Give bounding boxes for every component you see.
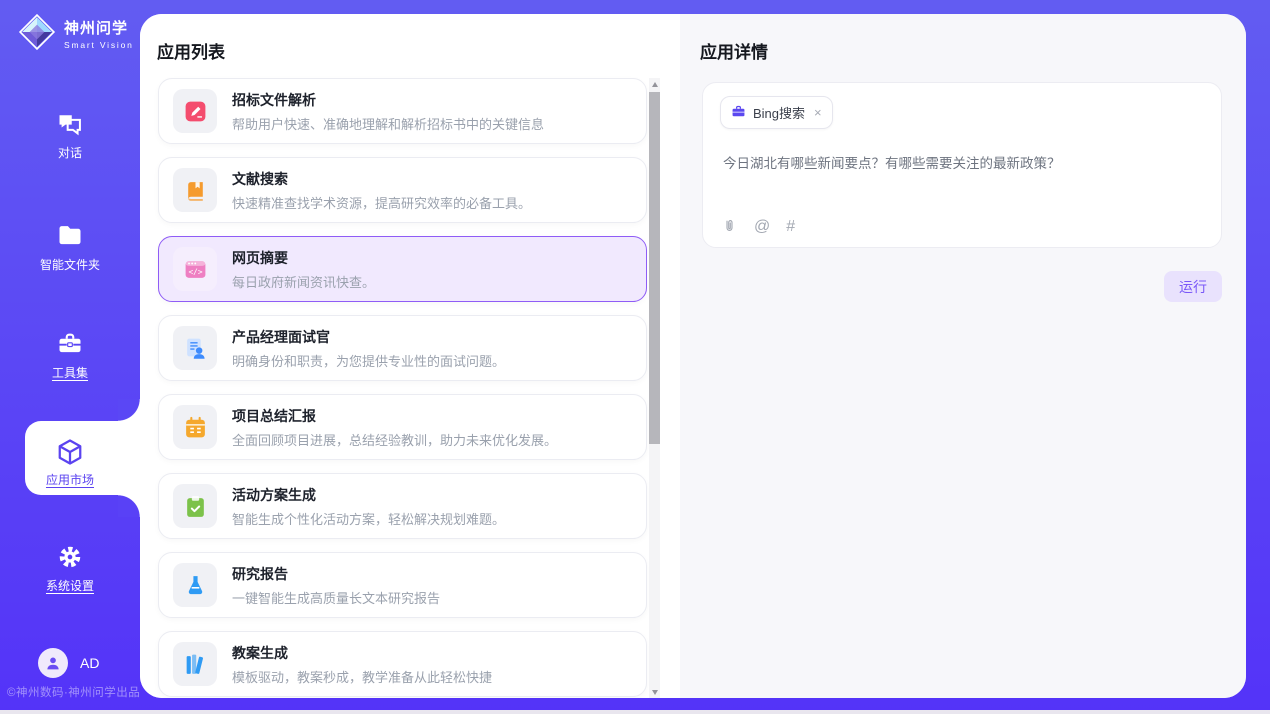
avatar	[38, 648, 68, 678]
app-card-title: 网页摘要	[232, 248, 375, 268]
sidebar-item-chat[interactable]: 对话	[0, 110, 140, 162]
svg-text:</>: </>	[188, 267, 202, 276]
app-detail-title: 应用详情	[700, 38, 768, 63]
app-card-desc: 全面回顾项目进展，总结经验教训，助力未来优化发展。	[232, 430, 557, 449]
app-list-title: 应用列表	[157, 38, 225, 63]
app-card-title: 教案生成	[232, 643, 492, 663]
browser-code-icon: </>	[173, 247, 217, 291]
books-icon	[173, 642, 217, 686]
scroll-up-arrow-icon[interactable]	[649, 78, 660, 90]
app-card[interactable]: 研究报告一键智能生成高质量长文本研究报告	[158, 552, 647, 618]
interviewer-icon	[173, 326, 217, 370]
composer-card: Bing搜索 × 今日湖北有哪些新闻要点？有哪些需要关注的最新政策？ @#	[702, 82, 1222, 248]
app-card[interactable]: 文献搜索快速精准查找学术资源，提高研究效率的必备工具。	[158, 157, 647, 223]
app-list-scrollbar[interactable]	[649, 78, 660, 698]
app-card-title: 产品经理面试官	[232, 327, 505, 347]
app-card[interactable]: </> 网页摘要每日政府新闻资讯快查。	[158, 236, 647, 302]
query-text[interactable]: 今日湖北有哪些新闻要点？有哪些需要关注的最新政策？	[723, 152, 1201, 172]
user-initials: AD	[80, 655, 99, 671]
folder-icon	[0, 222, 140, 252]
cube-icon	[0, 437, 140, 467]
logo: 神州问学 Smart Vision	[18, 13, 134, 56]
app-card-title: 活动方案生成	[232, 485, 505, 505]
sidebar-item-toolset[interactable]: 工具集	[0, 330, 140, 382]
sidebar-item-app-market[interactable]: 应用市场	[0, 437, 140, 489]
composer-toolbar: @#	[721, 218, 795, 235]
run-button[interactable]: 运行	[1164, 271, 1222, 302]
window-bottom-edge	[0, 710, 1270, 714]
app-detail-panel: 应用详情 Bing搜索 × 今日湖北有哪些新闻要点？有哪些需要关注的最新政策？ …	[680, 14, 1246, 698]
pill-top-curve	[118, 399, 140, 421]
logo-subtitle: Smart Vision	[64, 40, 134, 50]
tool-tag[interactable]: Bing搜索 ×	[720, 96, 833, 129]
scroll-down-arrow-icon[interactable]	[649, 686, 660, 698]
pen-square-icon	[173, 89, 217, 133]
app-card[interactable]: 项目总结汇报全面回顾项目进展，总结经验教训，助力未来优化发展。	[158, 394, 647, 460]
toolbox-icon	[0, 330, 140, 360]
sidebar-item-smart-folder[interactable]: 智能文件夹	[0, 222, 140, 274]
app-card-desc: 模板驱动，教案秒成，教学准备从此轻松快捷	[232, 667, 492, 686]
sidebar-item-label: 对话	[58, 144, 82, 161]
app-card-title: 文献搜索	[232, 169, 531, 189]
main-content: 应用列表 招标文件解析帮助用户快速、准确地理解和解析招标书中的关键信息文献搜索快…	[140, 14, 1246, 698]
pill-bottom-curve	[118, 495, 140, 517]
app-card-desc: 一键智能生成高质量长文本研究报告	[232, 588, 440, 607]
calendar-icon	[173, 405, 217, 449]
briefcase-icon	[731, 104, 746, 122]
sidebar: 神州问学 Smart Vision 对话智能文件夹工具集应用市场系统设置 AD …	[0, 0, 140, 714]
app-card[interactable]: 招标文件解析帮助用户快速、准确地理解和解析招标书中的关键信息	[158, 78, 647, 144]
at-icon[interactable]: @	[754, 219, 770, 235]
user-row[interactable]: AD	[0, 648, 140, 678]
copyright: ©神州数码·神州问学出品	[7, 684, 140, 700]
sidebar-item-label: 应用市场	[46, 471, 94, 488]
clipboard-check-icon	[173, 484, 217, 528]
logo-gem-icon	[18, 13, 56, 56]
app-card-title: 研究报告	[232, 564, 440, 584]
sidebar-item-label: 智能文件夹	[40, 256, 100, 273]
app-card[interactable]: 活动方案生成智能生成个性化活动方案，轻松解决规划难题。	[158, 473, 647, 539]
gear-icon	[0, 543, 140, 573]
sidebar-item-settings[interactable]: 系统设置	[0, 543, 140, 595]
sidebar-item-label: 系统设置	[46, 577, 94, 594]
hash-icon[interactable]: #	[786, 219, 795, 235]
sidebar-item-label: 工具集	[52, 364, 88, 381]
app-card-desc: 每日政府新闻资讯快查。	[232, 272, 375, 291]
app-card-title: 项目总结汇报	[232, 406, 557, 426]
app-card-desc: 帮助用户快速、准确地理解和解析招标书中的关键信息	[232, 114, 544, 133]
logo-title: 神州问学	[64, 20, 134, 38]
app-card[interactable]: 教案生成模板驱动，教案秒成，教学准备从此轻松快捷	[158, 631, 647, 697]
research-icon	[173, 563, 217, 607]
book-icon	[173, 168, 217, 212]
app-card-title: 招标文件解析	[232, 90, 544, 110]
tag-close-icon[interactable]: ×	[814, 105, 822, 120]
app-cards: 招标文件解析帮助用户快速、准确地理解和解析招标书中的关键信息文献搜索快速精准查找…	[158, 78, 647, 698]
app-card-desc: 智能生成个性化活动方案，轻松解决规划难题。	[232, 509, 505, 528]
app-card[interactable]: 产品经理面试官明确身份和职责，为您提供专业性的面试问题。	[158, 315, 647, 381]
app-window: 神州问学 Smart Vision 对话智能文件夹工具集应用市场系统设置 AD …	[0, 0, 1270, 714]
tool-tag-label: Bing搜索	[753, 103, 805, 122]
paperclip-icon[interactable]	[721, 218, 738, 235]
scrollbar-thumb[interactable]	[649, 92, 660, 444]
app-card-desc: 明确身份和职责，为您提供专业性的面试问题。	[232, 351, 505, 370]
app-card-desc: 快速精准查找学术资源，提高研究效率的必备工具。	[232, 193, 531, 212]
chat-icon	[0, 110, 140, 140]
app-list-panel: 应用列表 招标文件解析帮助用户快速、准确地理解和解析招标书中的关键信息文献搜索快…	[140, 14, 680, 698]
